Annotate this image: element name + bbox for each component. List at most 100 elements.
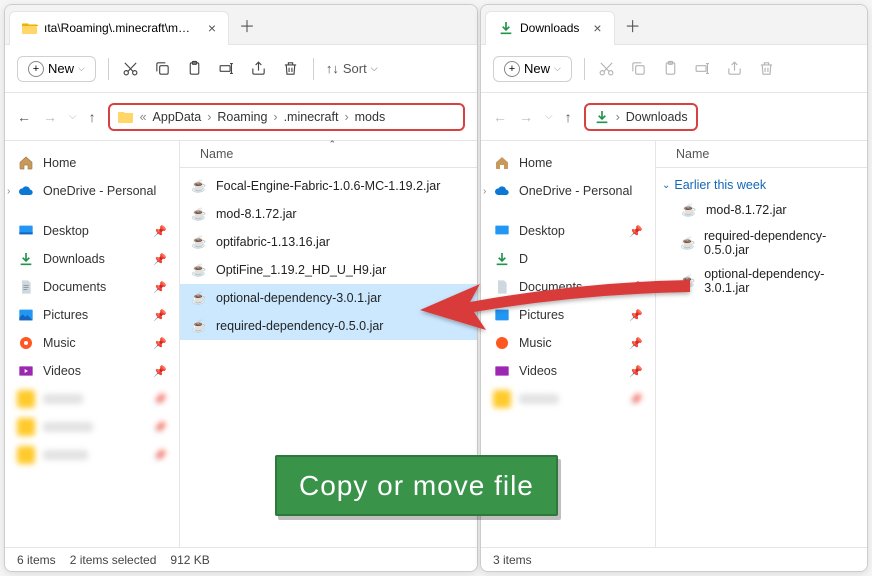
sidebar-label: OneDrive - Personal xyxy=(519,184,632,198)
breadcrumb[interactable]: › Downloads xyxy=(584,103,698,131)
column-label: Name xyxy=(676,147,709,161)
file-row[interactable]: ☕mod-8.1.72.jar xyxy=(656,196,867,224)
back-button[interactable]: ← xyxy=(493,109,507,125)
close-icon[interactable]: × xyxy=(593,20,601,36)
sidebar-item-documents[interactable]: Documents 📌 xyxy=(481,273,655,301)
crumb-minecraft[interactable]: .minecraft xyxy=(284,110,339,124)
sidebar-item-videos[interactable]: Videos 📌 xyxy=(481,357,655,385)
file-row[interactable]: ☕required-dependency-0.5.0.jar xyxy=(180,312,477,340)
copy-icon[interactable] xyxy=(153,59,173,79)
sidebar-item-documents[interactable]: Documents 📌 xyxy=(5,273,179,301)
sidebar: Home › OneDrive - Personal Desktop 📌 Dow… xyxy=(5,141,180,547)
new-tab-button[interactable]: ＋ xyxy=(239,13,255,37)
file-row[interactable]: ☕required-dependency-0.5.0.jar xyxy=(656,224,867,262)
cut-icon[interactable] xyxy=(597,59,617,79)
sidebar-label: Desktop xyxy=(519,224,565,238)
crumb-roaming[interactable]: Roaming xyxy=(217,110,267,124)
crumb-appdata[interactable]: AppData xyxy=(153,110,202,124)
rename-icon[interactable] xyxy=(693,59,713,79)
sidebar-item-desktop[interactable]: Desktop 📌 xyxy=(481,217,655,245)
download-icon xyxy=(594,109,610,125)
new-button[interactable]: + New ⌵ xyxy=(493,56,572,82)
tab-active[interactable]: ıta\Roaming\.minecraft\mods × xyxy=(9,11,229,45)
breadcrumb[interactable]: « AppData › Roaming › .minecraft › mods xyxy=(108,103,465,131)
crumb-mods[interactable]: mods xyxy=(355,110,386,124)
file-name: optional-dependency-3.0.1.jar xyxy=(704,267,853,295)
share-icon[interactable] xyxy=(725,59,745,79)
up-button[interactable]: ↑ xyxy=(89,109,96,125)
folder-icon xyxy=(118,109,134,125)
pin-icon: 📌 xyxy=(153,365,167,378)
sidebar-item-desktop[interactable]: Desktop 📌 xyxy=(5,217,179,245)
sidebar-item-onedrive[interactable]: › OneDrive - Personal xyxy=(5,177,179,205)
pin-icon: 📌 xyxy=(153,337,167,350)
jar-icon: ☕ xyxy=(190,289,208,307)
file-row[interactable]: ☕mod-8.1.72.jar xyxy=(180,200,477,228)
pin-icon: 📌 xyxy=(629,225,643,238)
file-row[interactable]: ☕ optional-dependency-3.0.1.jar xyxy=(180,284,477,312)
sidebar-label: D xyxy=(519,252,528,266)
sidebar-item-blurred[interactable]: 📌 xyxy=(481,385,655,413)
statusbar: 6 items 2 items selected 912 KB xyxy=(5,547,477,571)
sidebar-item-downloads[interactable]: D xyxy=(481,245,655,273)
sidebar-item-home[interactable]: Home xyxy=(481,149,655,177)
crumb-downloads[interactable]: Downloads xyxy=(626,110,688,124)
share-icon[interactable] xyxy=(249,59,269,79)
chevron-down-icon[interactable]: ⌵ xyxy=(69,111,77,122)
pin-icon: 📌 xyxy=(629,337,643,350)
sidebar-label: Documents xyxy=(43,280,106,294)
forward-button[interactable]: → xyxy=(43,109,57,125)
pictures-icon xyxy=(493,306,511,324)
back-button[interactable]: ← xyxy=(17,109,31,125)
sidebar-item-pictures[interactable]: Pictures 📌 xyxy=(5,301,179,329)
tab-active[interactable]: Downloads × xyxy=(485,11,615,45)
pin-icon: 📌 xyxy=(629,365,643,378)
titlebar: ıta\Roaming\.minecraft\mods × ＋ xyxy=(5,5,477,45)
cut-icon[interactable] xyxy=(121,59,141,79)
sidebar-item-blurred[interactable]: 📌 xyxy=(5,413,179,441)
delete-icon[interactable] xyxy=(281,59,301,79)
jar-icon: ☕ xyxy=(190,261,208,279)
paste-icon[interactable] xyxy=(661,59,681,79)
group-header[interactable]: ⌄ Earlier this week xyxy=(656,172,867,196)
music-icon xyxy=(17,334,35,352)
sidebar-item-blurred[interactable]: 📌 xyxy=(5,385,179,413)
column-header-name[interactable]: Name xyxy=(656,141,867,168)
sidebar-label: Videos xyxy=(519,364,557,378)
up-button[interactable]: ↑ xyxy=(565,109,572,125)
jar-icon: ☕ xyxy=(190,177,208,195)
sidebar-item-onedrive[interactable]: › OneDrive - Personal xyxy=(481,177,655,205)
file-row[interactable]: ☕OptiFine_1.19.2_HD_U_H9.jar xyxy=(180,256,477,284)
tab-title: ıta\Roaming\.minecraft\mods xyxy=(44,21,194,35)
new-button-label: New xyxy=(524,61,550,76)
copy-icon[interactable] xyxy=(629,59,649,79)
videos-icon xyxy=(493,362,511,380)
sidebar-item-downloads[interactable]: Downloads 📌 xyxy=(5,245,179,273)
sidebar-item-home[interactable]: Home xyxy=(5,149,179,177)
file-row[interactable]: ☕optional-dependency-3.0.1.jar xyxy=(656,262,867,300)
sort-button[interactable]: ↑↓ Sort ⌵ xyxy=(326,61,378,76)
sidebar-label: OneDrive - Personal xyxy=(43,184,156,198)
sidebar-item-blurred[interactable]: 📌 xyxy=(5,441,179,469)
sidebar-item-music[interactable]: Music 📌 xyxy=(5,329,179,357)
sidebar-label: Music xyxy=(43,336,76,350)
chevron-down-icon[interactable]: ⌵ xyxy=(545,111,553,122)
close-icon[interactable]: × xyxy=(208,20,216,36)
rename-icon[interactable] xyxy=(217,59,237,79)
file-name: optional-dependency-3.0.1.jar xyxy=(216,291,381,305)
sidebar-item-videos[interactable]: Videos 📌 xyxy=(5,357,179,385)
paste-icon[interactable] xyxy=(185,59,205,79)
column-header-name[interactable]: Name ⌃ xyxy=(180,141,477,168)
home-icon xyxy=(17,154,35,172)
file-row[interactable]: ☕Focal-Engine-Fabric-1.0.6-MC-1.19.2.jar xyxy=(180,172,477,200)
cloud-icon xyxy=(17,182,35,200)
file-row[interactable]: ☕optifabric-1.13.16.jar xyxy=(180,228,477,256)
tab-title: Downloads xyxy=(520,21,579,35)
forward-button[interactable]: → xyxy=(519,109,533,125)
new-tab-button[interactable]: ＋ xyxy=(625,13,641,37)
sidebar-item-pictures[interactable]: Pictures 📌 xyxy=(481,301,655,329)
new-button[interactable]: + New ⌵ xyxy=(17,56,96,82)
titlebar: Downloads × ＋ xyxy=(481,5,867,45)
sidebar-item-music[interactable]: Music 📌 xyxy=(481,329,655,357)
delete-icon[interactable] xyxy=(757,59,777,79)
